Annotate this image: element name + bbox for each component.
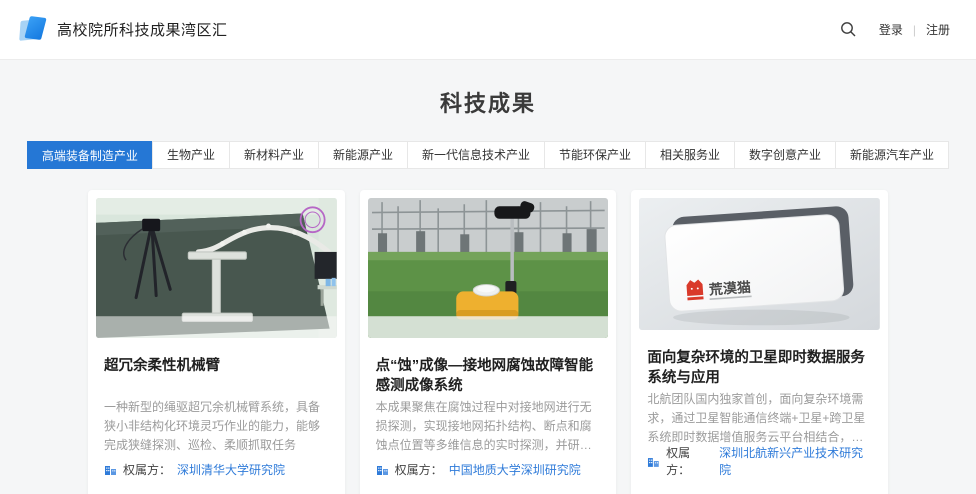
card-title: 面向复杂环境的卫星即时数据服务系统与应用 — [647, 348, 872, 388]
owner-label: 权属方： — [123, 461, 171, 478]
tab-related-services[interactable]: 相关服务业 — [645, 141, 735, 169]
substation-field-illustration — [368, 198, 609, 338]
top-header: 高校院所科技成果湾区汇 登录 | 注册 — [0, 0, 976, 60]
card-title: 超冗余柔性机械臂 — [104, 356, 329, 396]
card-description: 本成果聚焦在腐蚀过程中对接地网进行无损探测，实现接地网拓扑结构、断点和腐蚀点位置… — [376, 398, 601, 455]
building-icon — [104, 463, 117, 476]
card-image: 荒漠猫 — [639, 198, 880, 330]
card-title: 点“蚀”成像—接地网腐蚀故障智能感测成像系统 — [376, 356, 601, 396]
tab-energy-saving[interactable]: 节能环保产业 — [544, 141, 646, 169]
tab-biology[interactable]: 生物产业 — [152, 141, 230, 169]
card-footer: 权属方： 深圳北航新兴产业技术研究院 — [647, 444, 872, 478]
terminal-device: 荒漠猫 — [664, 206, 855, 312]
register-link[interactable]: 注册 — [926, 21, 950, 38]
brand-title: 高校院所科技成果湾区汇 — [57, 19, 228, 40]
card-image — [96, 198, 337, 338]
login-link[interactable]: 登录 — [879, 21, 903, 38]
card-footer: 权属方： 深圳清华大学研究院 — [104, 461, 329, 478]
tab-next-gen-it[interactable]: 新一代信息技术产业 — [407, 141, 545, 169]
achievement-card[interactable]: 点“蚀”成像—接地网腐蚀故障智能感测成像系统 本成果聚焦在腐蚀过程中对接地网进行… — [360, 190, 617, 494]
page-title: 科技成果 — [0, 60, 976, 118]
tab-new-energy[interactable]: 新能源产业 — [318, 141, 408, 169]
tab-digital-creative[interactable]: 数字创意产业 — [734, 141, 836, 169]
tab-new-materials[interactable]: 新材料产业 — [229, 141, 319, 169]
achievement-card[interactable]: 超冗余柔性机械臂 一种新型的绳驱超冗余机械臂系统，具备狭小非结构化环境灵巧作业的… — [88, 190, 345, 494]
achievement-card-list: 超冗余柔性机械臂 一种新型的绳驱超冗余机械臂系统，具备狭小非结构化环境灵巧作业的… — [88, 190, 888, 494]
owner-link[interactable]: 深圳清华大学研究院 — [177, 461, 285, 478]
owner-label: 权属方： — [666, 444, 713, 478]
card-description: 一种新型的绳驱超冗余机械臂系统，具备狭小非结构化环境灵巧作业的能力，能够完成狭缝… — [104, 398, 329, 455]
satellite-terminal-illustration: 荒漠猫 — [639, 198, 880, 330]
auth-divider: | — [913, 23, 916, 37]
tab-high-end-equipment[interactable]: 高端装备制造产业 — [27, 141, 153, 169]
site-logo-icon — [20, 16, 47, 43]
building-icon — [647, 455, 660, 468]
robotic-arm-lab-illustration — [96, 198, 337, 338]
brand-text: 荒漠猫 — [708, 279, 752, 298]
owner-label: 权属方： — [395, 461, 443, 478]
card-footer: 权属方： 中国地质大学深圳研究院 — [376, 461, 601, 478]
achievement-card[interactable]: 荒漠猫 面向复杂环境的卫星即时数据服务系统与应用 北航团队国内独家首创，面向复杂… — [631, 190, 888, 494]
building-icon — [376, 463, 389, 476]
tab-new-energy-vehicles[interactable]: 新能源汽车产业 — [835, 141, 949, 169]
card-image — [368, 198, 609, 338]
brand[interactable]: 高校院所科技成果湾区汇 — [20, 16, 228, 43]
owner-link[interactable]: 深圳北航新兴产业技术研究院 — [719, 444, 872, 478]
industry-tabs: 高端装备制造产业 生物产业 新材料产业 新能源产业 新一代信息技术产业 节能环保… — [0, 141, 976, 169]
owner-link[interactable]: 中国地质大学深圳研究院 — [449, 461, 581, 478]
search-icon[interactable] — [839, 20, 859, 40]
card-description: 北航团队国内独家首创，面向复杂环境需求，通过卫星智能通信终端+卫星+跨卫星系统即… — [647, 390, 872, 444]
